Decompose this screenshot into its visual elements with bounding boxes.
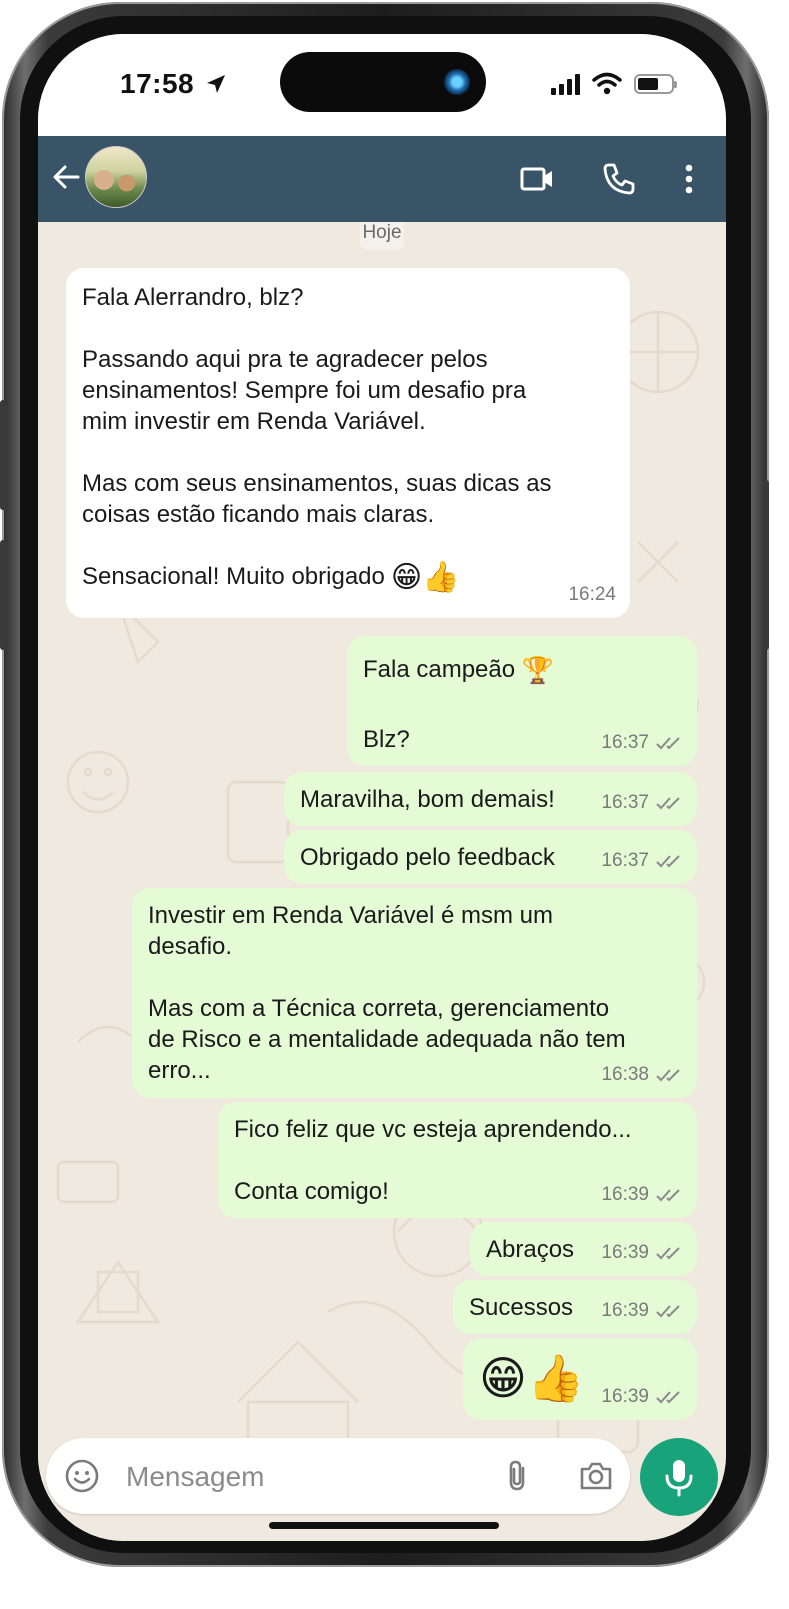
- location-arrow-icon: [207, 75, 225, 93]
- message-outgoing[interactable]: Fico feliz que vc esteja aprendendo... C…: [218, 1102, 697, 1218]
- chat-area[interactable]: Hoje Fala Alerrandro, blz? Passando aqui…: [38, 222, 726, 1541]
- message-meta: 16:37: [601, 787, 683, 818]
- status-time: 17:58: [120, 68, 195, 99]
- message-incoming[interactable]: Fala Alerrandro, blz? Passando aqui pra …: [66, 268, 630, 618]
- message-input[interactable]: Mensagem: [126, 1461, 265, 1493]
- contact-avatar[interactable]: [85, 146, 147, 208]
- message-time: 16:37: [601, 850, 649, 871]
- message-outgoing[interactable]: Fala campeão 🏆 Blz? 16:37: [347, 636, 697, 766]
- video-call-icon[interactable]: [518, 160, 556, 198]
- read-ticks-icon: [656, 1390, 680, 1403]
- battery-icon: [634, 74, 677, 94]
- message-time: 16:24: [568, 584, 616, 605]
- attach-icon[interactable]: [500, 1458, 536, 1494]
- dynamic-island: [280, 52, 486, 112]
- mic-button[interactable]: [640, 1438, 718, 1516]
- front-camera: [444, 69, 470, 95]
- message-meta: 16:37: [601, 845, 683, 876]
- message-outgoing[interactable]: Maravilha, bom demais! 16:37: [284, 772, 697, 826]
- message-outgoing[interactable]: Obrigado pelo feedback 16:37: [284, 830, 697, 884]
- message-emoji: 😁👍: [390, 561, 460, 595]
- read-ticks-icon: [656, 1068, 680, 1081]
- emoji-icon[interactable]: [64, 1458, 100, 1494]
- read-ticks-icon: [656, 854, 680, 867]
- message-text: Fala Alerrandro, blz? Passando aqui pra …: [82, 284, 552, 590]
- message-time: 16:39: [601, 1242, 649, 1263]
- signal-icon: [551, 73, 580, 95]
- message-outgoing[interactable]: Sucessos 16:39: [453, 1280, 697, 1334]
- message-outgoing[interactable]: Abraços 16:39: [470, 1222, 697, 1276]
- more-options-icon[interactable]: [670, 160, 708, 198]
- message-time: 16:38: [601, 1064, 649, 1085]
- message-emoji: 😁👍: [479, 1352, 585, 1404]
- back-arrow-icon[interactable]: [50, 160, 84, 194]
- message-outgoing[interactable]: 😁👍 16:39: [463, 1338, 697, 1420]
- read-ticks-icon: [656, 736, 680, 749]
- message-meta: 16:39: [601, 1237, 683, 1268]
- message-meta: 16:38: [601, 1059, 683, 1090]
- volume-down-button: [0, 540, 6, 650]
- mic-icon: [665, 1460, 693, 1497]
- camera-icon[interactable]: [578, 1458, 614, 1494]
- message-time: 16:39: [601, 1300, 649, 1321]
- read-ticks-icon: [656, 1304, 680, 1317]
- message-text: Sucessos: [469, 1294, 574, 1321]
- message-time: 16:39: [601, 1386, 649, 1407]
- message-text: Abraços: [486, 1236, 575, 1263]
- message-meta: 16:39: [601, 1295, 683, 1326]
- read-ticks-icon: [656, 1188, 680, 1201]
- message-meta: 16:37: [601, 727, 683, 758]
- message-meta: 16:24: [568, 579, 616, 610]
- volume-up-button: [0, 400, 6, 510]
- home-indicator[interactable]: [269, 1522, 499, 1529]
- message-text: Fala campeão: [363, 656, 516, 683]
- phone-call-icon[interactable]: [600, 160, 638, 198]
- read-ticks-icon: [656, 1246, 680, 1259]
- message-text: Obrigado pelo feedback: [300, 844, 555, 871]
- message-text: Fico feliz que vc esteja aprendendo... C…: [234, 1116, 632, 1205]
- date-label: Hoje: [360, 222, 404, 250]
- message-time: 16:37: [601, 792, 649, 813]
- message-text: Maravilha, bom demais!: [300, 786, 555, 813]
- wifi-icon: [592, 72, 622, 95]
- message-input-bar[interactable]: Mensagem: [46, 1438, 630, 1514]
- message-meta: 16:39: [601, 1381, 683, 1412]
- power-button: [763, 480, 769, 650]
- read-ticks-icon: [656, 796, 680, 809]
- chat-header: [38, 136, 726, 222]
- message-text: Investir em Renda Variável é msm um desa…: [148, 902, 626, 1084]
- status-icons: [551, 72, 677, 96]
- status-bar: 17:58: [38, 34, 726, 136]
- message-time: 16:37: [601, 732, 649, 753]
- message-emoji: 🏆: [521, 655, 555, 686]
- message-outgoing[interactable]: Investir em Renda Variável é msm um desa…: [132, 888, 697, 1098]
- message-meta: 16:39: [601, 1179, 683, 1210]
- message-time: 16:39: [601, 1184, 649, 1205]
- phone-screen: 17:58 Hoje Fala Alerrandro, blz? Passand…: [38, 34, 726, 1541]
